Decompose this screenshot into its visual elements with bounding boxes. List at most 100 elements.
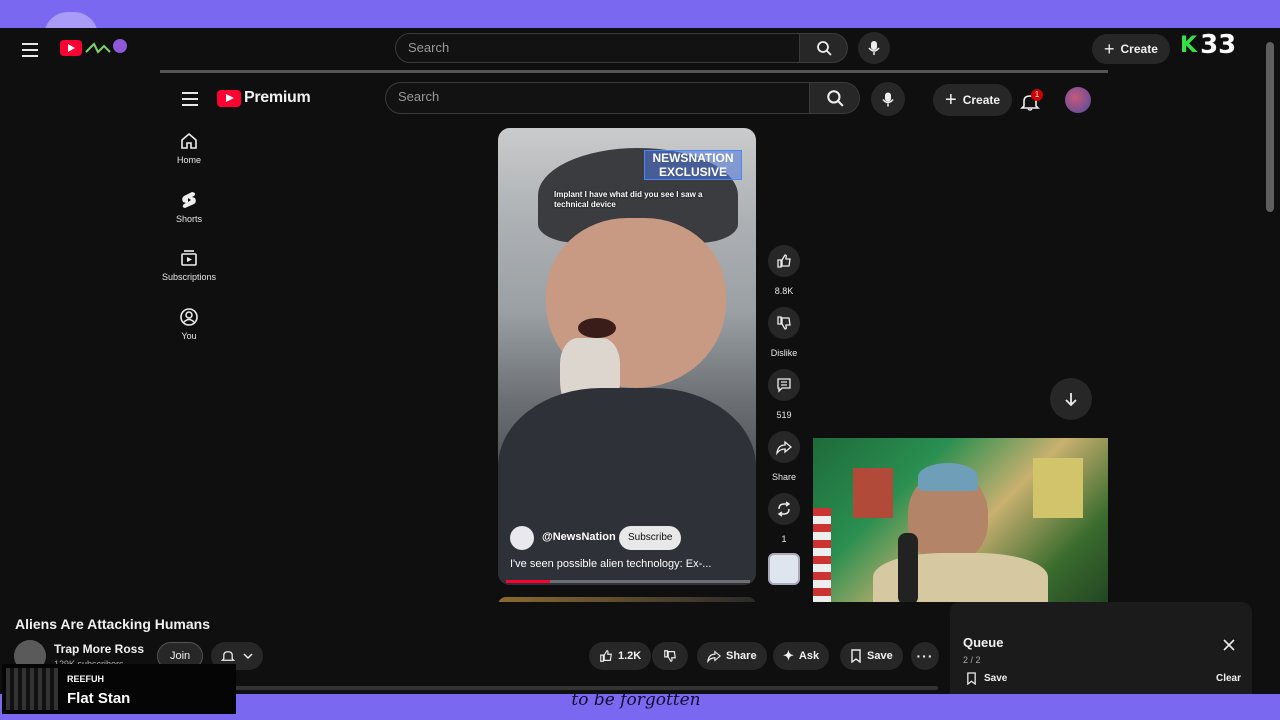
sidebar-label: Subscriptions — [161, 272, 217, 282]
thumbs-down-icon — [777, 316, 791, 330]
video-dislike-button[interactable] — [652, 642, 688, 670]
video-like-count: 1.2K — [618, 650, 642, 662]
you-icon — [180, 308, 198, 326]
premium-logo-text: Premium — [244, 89, 311, 106]
thumbs-up-icon — [600, 650, 612, 662]
sidebar-item-shorts[interactable]: Shorts — [154, 190, 224, 224]
comments-button[interactable] — [768, 369, 800, 401]
chevron-down-icon — [243, 653, 253, 660]
webcam-person-cap — [918, 463, 978, 491]
speaker-shirt — [498, 388, 756, 585]
badge-line-1: NEWSNATION — [652, 151, 734, 165]
queue-panel: Queue 2 / 2 Save Clear — [950, 602, 1252, 694]
newsnation-exclusive-badge: NEWSNATION EXCLUSIVE — [644, 150, 742, 180]
outer-youtube-logo-icon[interactable] — [60, 40, 82, 56]
shorts-icon — [182, 192, 196, 208]
short-video-player[interactable]: NEWSNATION EXCLUSIVE Implant I have what… — [498, 128, 756, 585]
video-save-button[interactable]: Save — [840, 642, 903, 670]
close-queue-button[interactable] — [1222, 638, 1242, 658]
webcam-flag — [813, 508, 831, 605]
outer-menu-button[interactable] — [22, 43, 38, 57]
inner-menu-button[interactable] — [182, 92, 198, 106]
sidebar-item-you[interactable]: You — [154, 307, 224, 341]
youtube-logo-icon — [217, 89, 241, 107]
share-label: Share — [771, 472, 797, 482]
outer-create-button[interactable]: + Create — [1092, 34, 1170, 64]
sidebar-label: You — [181, 331, 197, 341]
home-icon — [181, 132, 197, 149]
plus-icon: + — [945, 89, 957, 111]
short-caption-text: Implant I have what did you see I saw a … — [554, 190, 703, 209]
outer-search-button[interactable] — [800, 33, 848, 63]
video-save-label: Save — [867, 650, 893, 662]
outer-search-input[interactable]: Search — [395, 33, 800, 63]
bookmark-icon — [967, 672, 976, 685]
outer-voice-search-button[interactable] — [858, 32, 890, 64]
outer-scrollbar[interactable] — [1266, 42, 1274, 212]
inner-account-avatar[interactable] — [1065, 87, 1091, 113]
share-icon — [776, 440, 792, 455]
sound-thumbnail[interactable] — [768, 553, 800, 585]
streamer-webcam — [813, 438, 1108, 605]
microphone-icon — [868, 41, 880, 55]
more-actions-button[interactable]: ··· — [911, 642, 939, 670]
inner-voice-search-button[interactable] — [871, 82, 905, 116]
bookmark-icon — [851, 649, 861, 663]
video-like-button[interactable]: 1.2K — [589, 642, 652, 670]
inner-create-button[interactable]: + Create — [933, 84, 1013, 116]
outer-doodle-logo-icon — [84, 38, 130, 58]
notifications-button[interactable]: 1 — [1020, 89, 1044, 113]
next-short-button[interactable] — [1050, 378, 1092, 420]
k-logo-icon: K — [1180, 32, 1198, 58]
sidebar-item-subscriptions[interactable]: Subscriptions — [154, 248, 224, 282]
inner-youtube-window: Premium Search + Create 1 Home Shorts Su… — [160, 70, 1108, 605]
outer-browser-window: Search + Create K 33 Premium Search + Cr… — [0, 28, 1280, 694]
ask-button[interactable]: ✦ Ask — [773, 642, 830, 670]
queue-save-button[interactable]: Save — [966, 672, 1007, 685]
inner-search-button[interactable] — [810, 82, 860, 114]
share-icon — [707, 650, 721, 663]
webcam-poster-1 — [853, 468, 893, 518]
youtube-premium-logo[interactable]: Premium — [217, 89, 311, 107]
more-horizontal-icon: ··· — [916, 648, 934, 664]
sidebar-label: Shorts — [175, 214, 202, 224]
short-progress-track[interactable] — [506, 580, 750, 583]
channel-name[interactable]: Trap More Ross — [54, 642, 144, 656]
sidebar-item-home[interactable]: Home — [154, 131, 224, 165]
speaker-mouth — [578, 318, 616, 338]
remix-button[interactable] — [768, 493, 800, 525]
ask-label: Ask — [798, 650, 820, 662]
bell-icon — [221, 651, 235, 661]
badge-line-2: EXCLUSIVE — [658, 165, 727, 179]
share-button[interactable] — [768, 431, 800, 463]
comment-count: 519 — [776, 410, 792, 420]
video-share-button[interactable]: Share — [697, 642, 767, 670]
stream-subtitle: to be forgotten — [571, 690, 701, 710]
overlay-k33-logo: K 33 — [1180, 30, 1236, 60]
short-subscribe-button[interactable]: Subscribe — [619, 526, 682, 550]
queue-clear-button[interactable]: Clear — [1216, 673, 1241, 684]
dislike-button[interactable] — [768, 307, 800, 339]
thumbs-down-icon — [664, 650, 676, 662]
video-share-label: Share — [726, 650, 757, 662]
inner-search-input[interactable]: Search — [385, 82, 810, 114]
like-count: 8.8K — [774, 286, 794, 296]
close-icon — [1223, 639, 1235, 651]
webcam-microphone — [898, 533, 918, 605]
sparkle-icon: ✦ — [783, 648, 794, 663]
short-channel-name[interactable]: @NewsNation — [542, 531, 616, 543]
like-button[interactable] — [768, 245, 800, 277]
webcam-poster-2 — [1033, 458, 1083, 518]
short-title[interactable]: I've seen possible alien technology: Ex-… — [510, 558, 711, 570]
channel-avatar[interactable] — [510, 526, 534, 550]
queue-title: Queue — [963, 635, 1004, 650]
comment-icon — [777, 378, 791, 393]
thumbs-up-icon — [777, 254, 791, 268]
sidebar-label: Home — [176, 155, 201, 165]
microphone-icon — [882, 92, 894, 106]
remix-icon — [777, 501, 791, 517]
inner-create-label: Create — [962, 93, 1001, 107]
queue-save-label: Save — [984, 673, 1008, 684]
queue-position: 2 / 2 — [963, 655, 981, 665]
plus-icon: + — [1104, 39, 1115, 59]
